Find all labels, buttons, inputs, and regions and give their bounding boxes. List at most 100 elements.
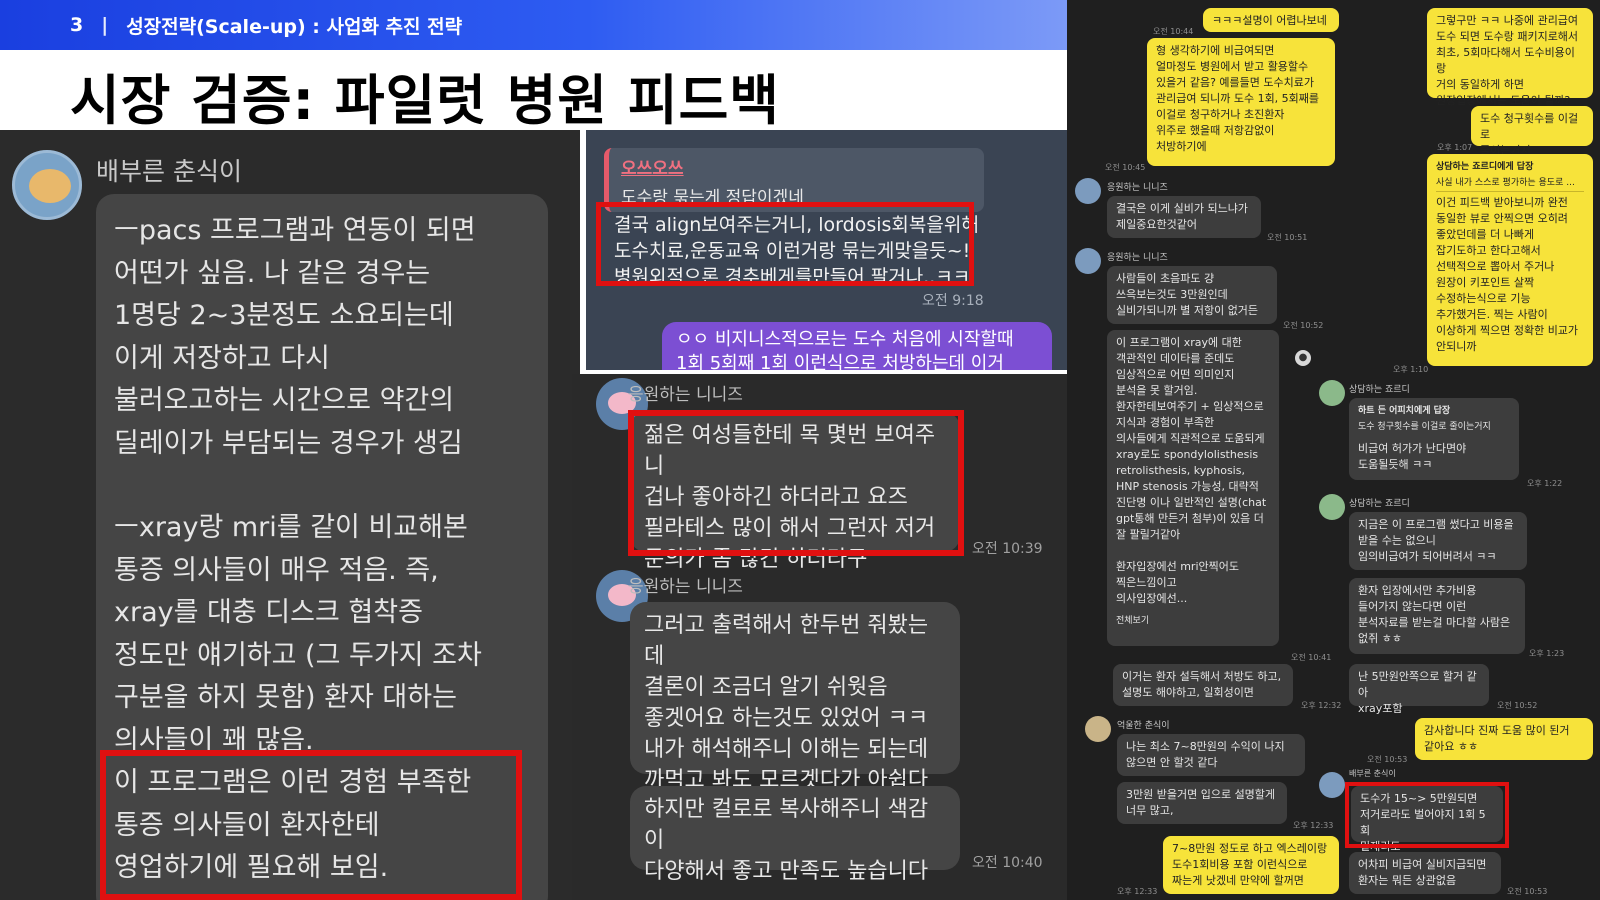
timestamp: 오전 9:18: [922, 293, 984, 309]
avatar: [1319, 494, 1345, 520]
message-line: 선택적으로 뽑아서 주거나: [1436, 260, 1555, 273]
avatar: [1075, 178, 1101, 204]
sender-name: 억울한 춘식이: [1117, 721, 1170, 731]
chat-screenshot-c: 응원하는 니니즈 젊은 여성들한테 목 몇번 보여주니 겁나 좋아하긴 하더라고…: [572, 374, 1067, 900]
sender-name: 배부른 춘식이: [96, 157, 242, 186]
message-line: 최초, 5회마다해서 도수비용이랑: [1436, 46, 1575, 75]
message-line: 결론이 조금더 알기 쉬웟음: [644, 675, 888, 700]
message-line: gpt통해 만든거 첨부)이 있음 더: [1116, 512, 1264, 525]
reply-bubble: 하트 든 어피치에게 답장 도수 청구횟수를 이걸로 줄이는거지 비급여 허가가…: [1349, 398, 1519, 480]
message-line: 임상적으로 어떤 의미인지: [1116, 368, 1235, 381]
message-bubble: 형 생각하기에 비급여되면 얼마정도 병원에서 받고 활용할수 있을거 같음? …: [1147, 38, 1335, 166]
message-line: 도움될듯해 ㅋㅋ: [1358, 458, 1433, 471]
section-title: 성장전략(Scale-up) : 사업화 추진 전략: [126, 15, 463, 38]
timestamp: 오후 1:22: [1527, 479, 1563, 488]
timestamp: 오전 10:41: [1291, 653, 1332, 662]
reply-target: 하트 든 어피치에게 답장: [1358, 406, 1451, 416]
timestamp: 오전 10:39: [972, 541, 1043, 557]
highlight-box: [1345, 782, 1509, 848]
message-bubble: 감사합니다 진짜 도움 많이 된거 같아요 ㅎㅎ: [1415, 718, 1593, 760]
message-bubble: 이거는 환자 설득해서 처방도 하고, 설명도 해야하고, 일회성이면: [1113, 664, 1293, 706]
message-line: 도수 청구횟수를 이걸로: [1480, 112, 1579, 141]
see-more-link[interactable]: 전체보기: [1116, 613, 1270, 629]
message-line: 없쥐 ㅎㅎ: [1358, 632, 1402, 645]
message-line: 통증 의사들이 매우 적음. 즉,: [114, 554, 439, 586]
message-bubble: 7~8만원 정도로 하고 엑스레이랑 도수1회비용 포함 이런식으로 짜는게 낫…: [1163, 836, 1339, 894]
chat-screenshot-d: 오전 10:44 ㅋㅋㅋ설명이 어렵나보네 형 생각하기에 비급여되면 얼마정도…: [1067, 0, 1600, 900]
message-line: 분석자료를 받는걸 마다할 사람은: [1358, 616, 1511, 629]
message-line: 이건 피드백 받아보니까 완전: [1436, 196, 1568, 209]
message-line: 실비가되니까 별 저항이 없거든: [1116, 304, 1259, 317]
share-icon[interactable]: ●: [1295, 350, 1311, 366]
message-line: 하지만 컬로로 복사해주니 색감이: [644, 797, 929, 853]
message-line: 3만원 받을거면 입으로 설명할게: [1126, 788, 1276, 801]
message-bubble: 어차피 비급여 실비지급되면 환자는 뭐든 상관없음: [1349, 852, 1501, 894]
message-bubble: 그렇구만 ㅋㅋ 나중에 관리급여 도수 되면 도수랑 패키지로해서 최초, 5회…: [1427, 8, 1593, 107]
message-line: 정도만 얘기하고 (그 두가지 조차: [114, 639, 482, 671]
slide: 3 | 성장전략(Scale-up) : 사업화 추진 전략 시장 검증: 파일…: [0, 0, 1600, 900]
timestamp: 오후 12:32: [1301, 701, 1342, 710]
message-line: 얼마정도 병원에서 받고 활용할수: [1156, 60, 1309, 73]
avatar: [1085, 716, 1111, 742]
message-line: 그러고 출력해서 한두번 줘봤는데: [644, 613, 929, 669]
message-line: 제일중요한것같어: [1116, 218, 1197, 231]
message-line: 좋겟어요 하는것도 있었어 ㅋㅋ: [644, 706, 929, 731]
message-line: 객관적인 데이타를 준데도: [1116, 352, 1235, 365]
message-line: ㅇㅇ 비지니스적으로는 도수 처음에 시작할때: [676, 329, 1014, 350]
timestamp: 오후 12:33: [1293, 821, 1334, 830]
message-line: 이거는 환자 설득해서 처방도 하고,: [1122, 670, 1282, 683]
timestamp: 오전 10:53: [1507, 887, 1548, 896]
message-line: 설명도 해야하고, 일회성이면: [1122, 686, 1254, 699]
message-line: 너무 많고,: [1126, 804, 1174, 817]
message-line: 찍은느낌이고: [1116, 576, 1177, 589]
message-bubble: 나는 최소 7~8만원의 수익이 나지 않으면 안 할것 같다: [1117, 734, 1305, 776]
message-line: 진단명 이나 일반적인 설명(chat: [1116, 496, 1267, 509]
message-bubble: 난 5만원안쪽으로 할거 같아 xray포함: [1349, 664, 1489, 715]
message-line: 환자입장에선 mri안찍어도: [1116, 560, 1239, 573]
message-line: 불러오고하는 시간으로 약간의: [114, 385, 455, 416]
message-line: 사람들이 초음파도 걍: [1116, 272, 1215, 285]
message-line: 어떤가 싶음. 나 같은 경우는: [114, 257, 431, 289]
message-line: 나는 최소 7~8만원의 수익이 나지: [1126, 740, 1285, 753]
avatar: [12, 150, 82, 220]
message-line: 난 5만원안쪽으로 할거 같아: [1358, 670, 1477, 699]
message-bubble: 결국은 이게 실비가 되느냐가 제일중요한것같어: [1107, 196, 1261, 238]
message-line: 관리급여 되니까 도수 1회, 5회째를: [1156, 92, 1320, 105]
message-line: 안되니까: [1436, 340, 1477, 353]
quote-sender: 오쓰오쓰: [621, 159, 684, 179]
sender-name: 상담하는 죠르디: [1349, 385, 1410, 395]
message-line: 잡기도하고 한다고해서: [1436, 244, 1541, 257]
highlight-box: [628, 410, 964, 556]
message-bubble: ㅋㅋㅋ설명이 어렵나보네: [1203, 8, 1339, 32]
message-line: 도수 되면 도수랑 패키지로해서: [1436, 30, 1579, 43]
chunsik-avatar-icon: [29, 169, 71, 203]
message-line: xray포함: [1358, 702, 1403, 715]
timestamp: 오전 10:52: [1497, 701, 1538, 710]
section-header-bar: 3 | 성장전략(Scale-up) : 사업화 추진 전략: [0, 0, 1067, 50]
message-line: 의사입장에선...: [1116, 592, 1188, 605]
message-bubble: 도수 청구횟수를 이걸로 줄이는거지: [1471, 106, 1593, 157]
chat-screenshot-b: 오쓰오쓰 도수랑 묶는게 정답이겠네 결국 align보여주는거니, lordo…: [586, 130, 1067, 370]
message-line: 이걸로 청구하거나 초진환자: [1156, 108, 1285, 121]
message-line: 이게 저장하고 다시: [114, 342, 330, 374]
message-line: 결국은 이게 실비가 되느냐가: [1116, 202, 1248, 215]
avatar: [1075, 248, 1101, 274]
message-line: HNP stenosis 가능성, 대략적: [1116, 480, 1259, 493]
message-line: 거의 동일하게 하면: [1436, 78, 1524, 91]
timestamp: 오후 1:10: [1393, 365, 1429, 374]
timestamp: 오후 1:23: [1529, 649, 1565, 658]
message-bubble: 이 프로그램이 xray에 대한 객관적인 데이타를 준데도 임상적으로 어떤 …: [1107, 330, 1279, 646]
sender-name: 상담하는 죠르디: [1349, 499, 1410, 509]
highlight-box: [596, 202, 974, 286]
message-line: 임의비급여가 되어버려서 ㅋㅋ: [1358, 550, 1497, 563]
message-bubble: 지금은 이 프로그램 썼다고 비용을 받을 수는 없으니 임의비급여가 되어버려…: [1349, 512, 1527, 570]
message-line: 1명당 2~3분정도 소요되는데: [114, 300, 454, 331]
message-line: 원장이 키포인트 살짝: [1436, 276, 1535, 289]
chat-screenshot-a: 배부른 춘식이 ㅡpacs 프로그램과 연동이 되면 어떤가 싶음. 나 같은 …: [0, 130, 580, 900]
outgoing-bubble: ㅇㅇ 비지니스적으로는 도수 처음에 시작할때 1회 5회째 1회 이런식으로 …: [662, 322, 1052, 370]
message-line: 환자한테보여주기 + 임상적으로: [1116, 400, 1264, 413]
slide-number: 3: [70, 14, 84, 36]
message-line: 다양해서 좋고 만족도 높습니다: [644, 859, 929, 884]
message-line: 비급여 허가가 난다면야: [1358, 442, 1467, 455]
message-bubble: 사람들이 초음파도 걍 쓰윽보는것도 3만원인데 실비가되니까 별 저항이 없거…: [1107, 266, 1277, 324]
